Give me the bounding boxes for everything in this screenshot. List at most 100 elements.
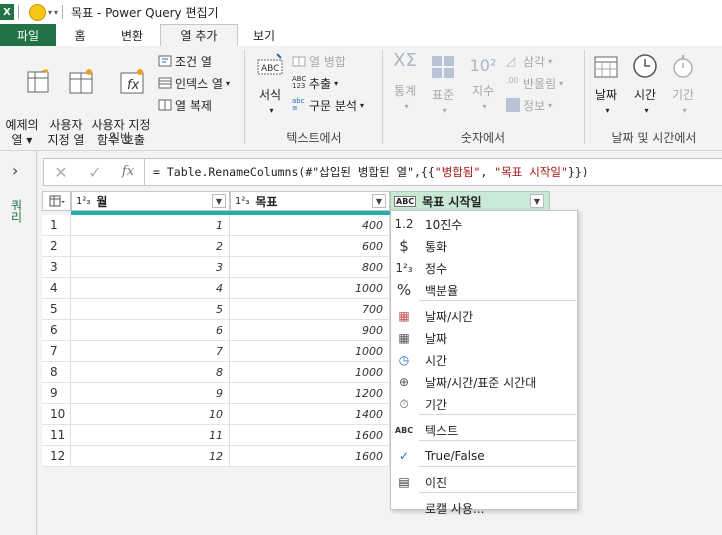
information-button[interactable]: 정보 ▾: [506, 96, 552, 114]
cell-month[interactable]: 9: [71, 383, 230, 404]
menu-item-datetimezone[interactable]: ⊕ 날짜/시간/표준 시간대: [391, 371, 577, 393]
row-number[interactable]: 7: [42, 341, 71, 362]
quick-access-dropdown-icon[interactable]: ▾: [48, 8, 52, 17]
menu-item-decimal[interactable]: 1.2 10진수: [391, 213, 577, 235]
time-button[interactable]: 시간 ▾: [628, 52, 662, 118]
filter-dropdown-icon[interactable]: ▼: [212, 194, 226, 208]
extract-button[interactable]: ABC 123 추출 ▾: [292, 74, 338, 92]
column-header-target-start[interactable]: ABC 목표 시작일 ▼: [390, 191, 550, 211]
cell-month[interactable]: 1: [71, 215, 230, 236]
cell-month[interactable]: 11: [71, 425, 230, 446]
column-header-month[interactable]: 1²₃ 월 ▼: [71, 191, 230, 211]
cell-month[interactable]: 10: [71, 404, 230, 425]
cell-month[interactable]: 2: [71, 236, 230, 257]
trigonometry-button[interactable]: ◿ 삼각 ▾: [506, 52, 552, 70]
tab-add-column[interactable]: 열 추가: [160, 24, 238, 46]
date-button[interactable]: 날짜 ▾: [588, 52, 624, 118]
duration-button[interactable]: 기간 ▾: [666, 52, 700, 118]
rounding-dropdown-icon[interactable]: ▾: [559, 79, 563, 88]
tab-transform[interactable]: 변환: [104, 24, 160, 46]
row-number[interactable]: 11: [42, 425, 71, 446]
menu-item-whole-number[interactable]: 1²₃ 정수: [391, 257, 577, 279]
commit-formula-icon[interactable]: ✓: [78, 163, 112, 182]
filter-dropdown-icon[interactable]: ▼: [530, 194, 544, 208]
row-number[interactable]: 8: [42, 362, 71, 383]
cell-month[interactable]: 6: [71, 320, 230, 341]
whole-number-type-icon[interactable]: 1²₃: [76, 196, 90, 207]
cell-month[interactable]: 12: [71, 446, 230, 467]
row-number[interactable]: 2: [42, 236, 71, 257]
cell-month[interactable]: 3: [71, 257, 230, 278]
cell-month[interactable]: 5: [71, 299, 230, 320]
menu-item-binary[interactable]: ▤ 이진: [391, 471, 577, 493]
duration-dropdown-icon[interactable]: ▾: [669, 103, 700, 118]
cell-target[interactable]: 1600: [230, 425, 390, 446]
parse-dropdown-icon[interactable]: ▾: [360, 101, 364, 110]
cell-target[interactable]: 1000: [230, 362, 390, 383]
rounding-button[interactable]: .00 반올림 ▾: [506, 74, 563, 92]
fx-icon[interactable]: fx: [112, 159, 145, 185]
parse-button[interactable]: abc ≡ 구문 분석 ▾: [292, 96, 364, 114]
cell-target[interactable]: 900: [230, 320, 390, 341]
merge-columns-button[interactable]: 열 병합: [292, 52, 346, 70]
conditional-column-button[interactable]: 조건 열: [158, 52, 212, 70]
cell-target[interactable]: 700: [230, 299, 390, 320]
row-number[interactable]: 3: [42, 257, 71, 278]
duplicate-column-button[interactable]: 열 복제: [158, 96, 212, 114]
cell-target[interactable]: 600: [230, 236, 390, 257]
tab-file[interactable]: 파일: [0, 24, 56, 46]
row-number[interactable]: 4: [42, 278, 71, 299]
row-number[interactable]: 6: [42, 320, 71, 341]
menu-item-time[interactable]: ◷ 시간: [391, 349, 577, 371]
cell-target[interactable]: 1200: [230, 383, 390, 404]
format-dropdown-icon[interactable]: ▾: [255, 103, 288, 118]
column-header-target[interactable]: 1²₃ 목표 ▼: [230, 191, 390, 211]
tab-home[interactable]: 홈: [56, 24, 104, 46]
menu-item-currency[interactable]: $ 통화: [391, 235, 577, 257]
index-column-button[interactable]: 인덱스 열 ▾: [158, 74, 230, 92]
menu-item-datetime[interactable]: ▦ 날짜/시간: [391, 305, 577, 327]
table-menu-button[interactable]: [42, 191, 71, 211]
index-column-dropdown-icon[interactable]: ▾: [226, 79, 230, 88]
statistics-button[interactable]: XΣ 통계 ▾: [388, 52, 422, 114]
formula-input[interactable]: = Table.RenameColumns(#"삽입된 병합된 열",{{"병합…: [153, 164, 589, 180]
tab-view[interactable]: 보기: [238, 24, 290, 46]
row-number[interactable]: 5: [42, 299, 71, 320]
cell-target[interactable]: 400: [230, 215, 390, 236]
scientific-button[interactable]: 10² 지수 ▾: [466, 52, 500, 114]
scientific-dropdown-icon[interactable]: ▾: [469, 99, 500, 114]
cell-target[interactable]: 1600: [230, 446, 390, 467]
menu-item-date[interactable]: ▦ 날짜: [391, 327, 577, 349]
cell-month[interactable]: 4: [71, 278, 230, 299]
row-number[interactable]: 10: [42, 404, 71, 425]
row-number[interactable]: 1: [42, 215, 71, 236]
row-number[interactable]: 9: [42, 383, 71, 404]
standard-button[interactable]: 표준 ▾: [426, 52, 460, 118]
cell-target[interactable]: 800: [230, 257, 390, 278]
menu-item-text[interactable]: ABC 텍스트: [391, 419, 577, 441]
cell-month[interactable]: 8: [71, 362, 230, 383]
cell-target[interactable]: 1000: [230, 341, 390, 362]
menu-item-true-false[interactable]: ✓ True/False: [391, 445, 577, 467]
row-number[interactable]: 12: [42, 446, 71, 467]
cell-month[interactable]: 7: [71, 341, 230, 362]
cancel-formula-icon[interactable]: ✕: [44, 163, 78, 182]
feedback-smiley-icon[interactable]: [29, 3, 46, 21]
customize-quick-access-icon[interactable]: ▾: [54, 8, 58, 17]
time-dropdown-icon[interactable]: ▾: [631, 103, 662, 118]
cell-target[interactable]: 1400: [230, 404, 390, 425]
menu-item-using-locale[interactable]: 로캘 사용...: [391, 497, 577, 519]
extract-dropdown-icon[interactable]: ▾: [334, 79, 338, 88]
format-button[interactable]: ABC 서식 ▾: [252, 52, 288, 118]
cell-target[interactable]: 1000: [230, 278, 390, 299]
standard-dropdown-icon[interactable]: ▾: [429, 103, 460, 118]
date-dropdown-icon[interactable]: ▾: [591, 103, 624, 118]
text-type-icon[interactable]: ABC: [394, 195, 417, 207]
whole-number-type-icon[interactable]: 1²₃: [235, 196, 249, 207]
information-dropdown-icon[interactable]: ▾: [548, 101, 552, 110]
statistics-dropdown-icon[interactable]: ▾: [391, 99, 422, 114]
filter-dropdown-icon[interactable]: ▼: [372, 194, 386, 208]
menu-item-duration[interactable]: ⏱ 기간: [391, 393, 577, 415]
trigonometry-dropdown-icon[interactable]: ▾: [548, 57, 552, 66]
expand-pane-icon[interactable]: ›: [12, 161, 18, 180]
